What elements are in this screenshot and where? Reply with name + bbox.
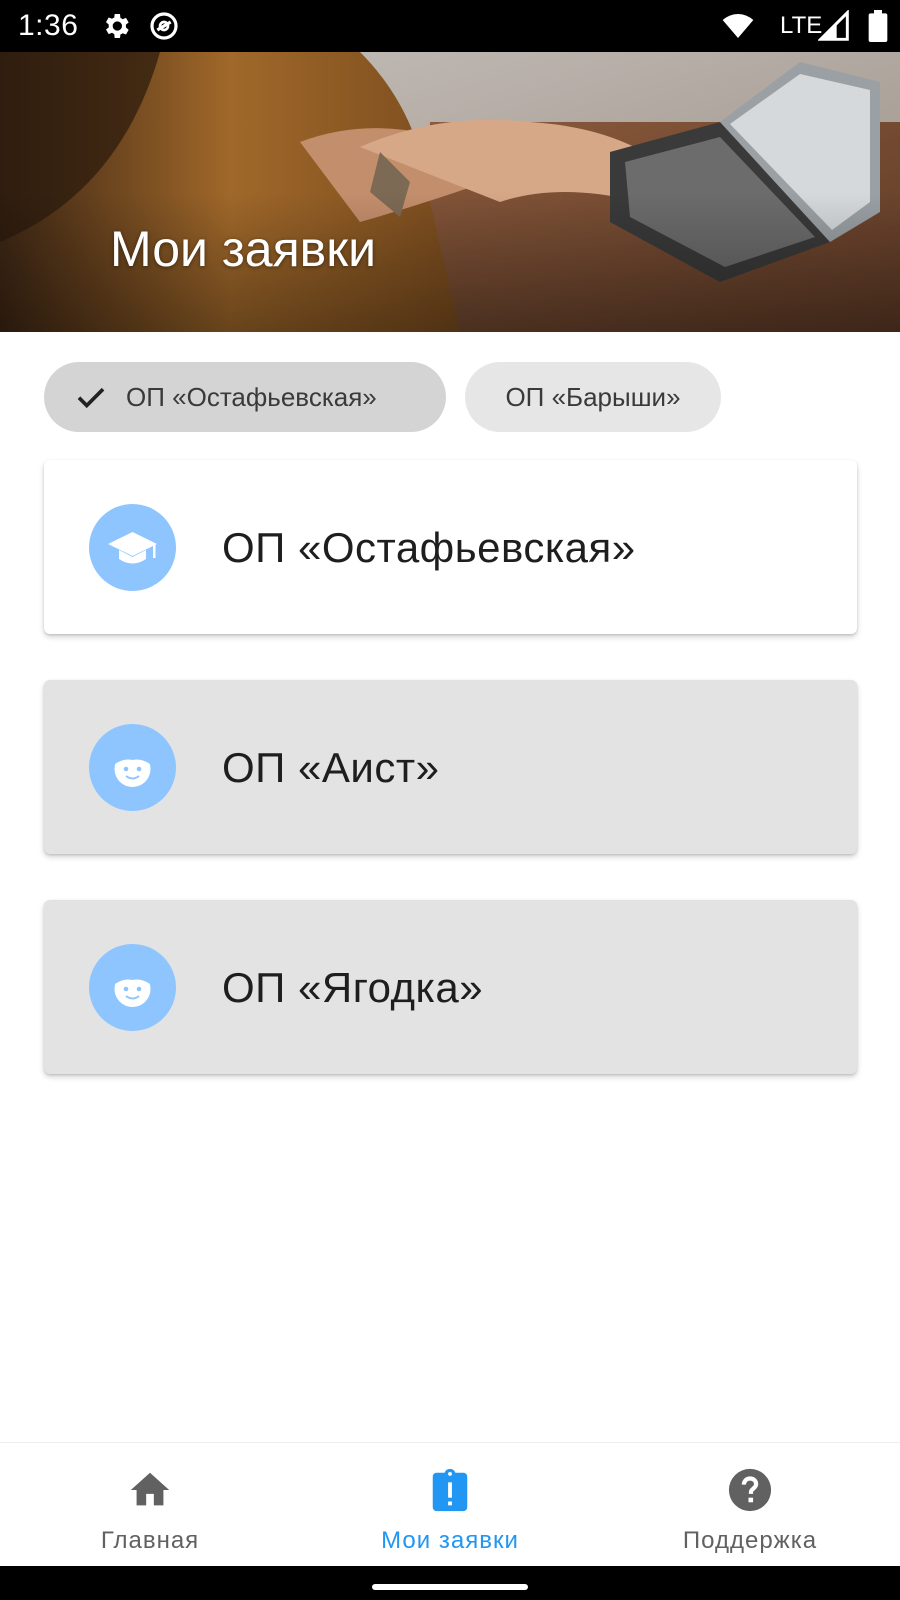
nav-item-support[interactable]: Поддержка [600,1443,900,1567]
help-circle-icon [728,1468,772,1512]
card-avatar [89,944,176,1031]
chip-label: ОП «Остафьевская» [126,381,377,412]
system-navigation-bar [0,1566,900,1600]
nav-item-home[interactable]: Главная [0,1443,300,1567]
battery-icon [868,10,888,42]
nav-item-my-requests[interactable]: Мои заявки [300,1443,600,1567]
header-background-photo [0,52,900,332]
status-bar: 1:36 LTE [0,0,900,52]
nav-label: Мои заявки [381,1527,519,1554]
card-avatar [89,504,176,591]
card-label: ОП «Остафьевская» [222,524,636,571]
request-card-aist[interactable]: ОП «Аист» [44,680,857,854]
data-saver-icon [150,12,178,40]
page-title: Мои заявки [110,221,377,277]
check-icon [77,387,105,409]
gear-icon [106,14,129,38]
status-time: 1:36 [18,9,79,42]
network-type: LTE [780,12,823,39]
card-avatar [89,724,176,811]
clipboard-alert-icon [432,1468,468,1512]
card-label: ОП «Аист» [222,744,440,791]
signal-icon [818,10,849,41]
card-label: ОП «Ягодка» [222,964,484,1011]
nav-label: Поддержка [682,1527,818,1554]
request-card-yagodka[interactable]: ОП «Ягодка» [44,900,857,1074]
home-icon [130,1472,170,1506]
nav-label: Главная [100,1527,200,1554]
child-face-icon [114,970,151,1007]
header-banner: Мои заявки [0,52,900,332]
request-card-ostafievskaya[interactable]: ОП «Остафьевская» [44,460,857,634]
bottom-navigation: Главная Мои заявки Поддержка [0,1442,900,1567]
graduation-cap-icon [108,532,157,564]
chip-label: ОП «Барыши» [505,381,681,412]
app-screen: 1:36 LTE Мои заявки ОП «Остафьевская» ОП… [0,0,900,1600]
filter-chip-baryshi[interactable]: ОП «Барыши» [465,362,721,432]
child-face-icon [114,750,151,787]
wifi-icon [722,14,754,38]
home-gesture-pill[interactable] [372,1584,528,1590]
filter-chip-ostafievskaya[interactable]: ОП «Остафьевская» [44,362,446,432]
